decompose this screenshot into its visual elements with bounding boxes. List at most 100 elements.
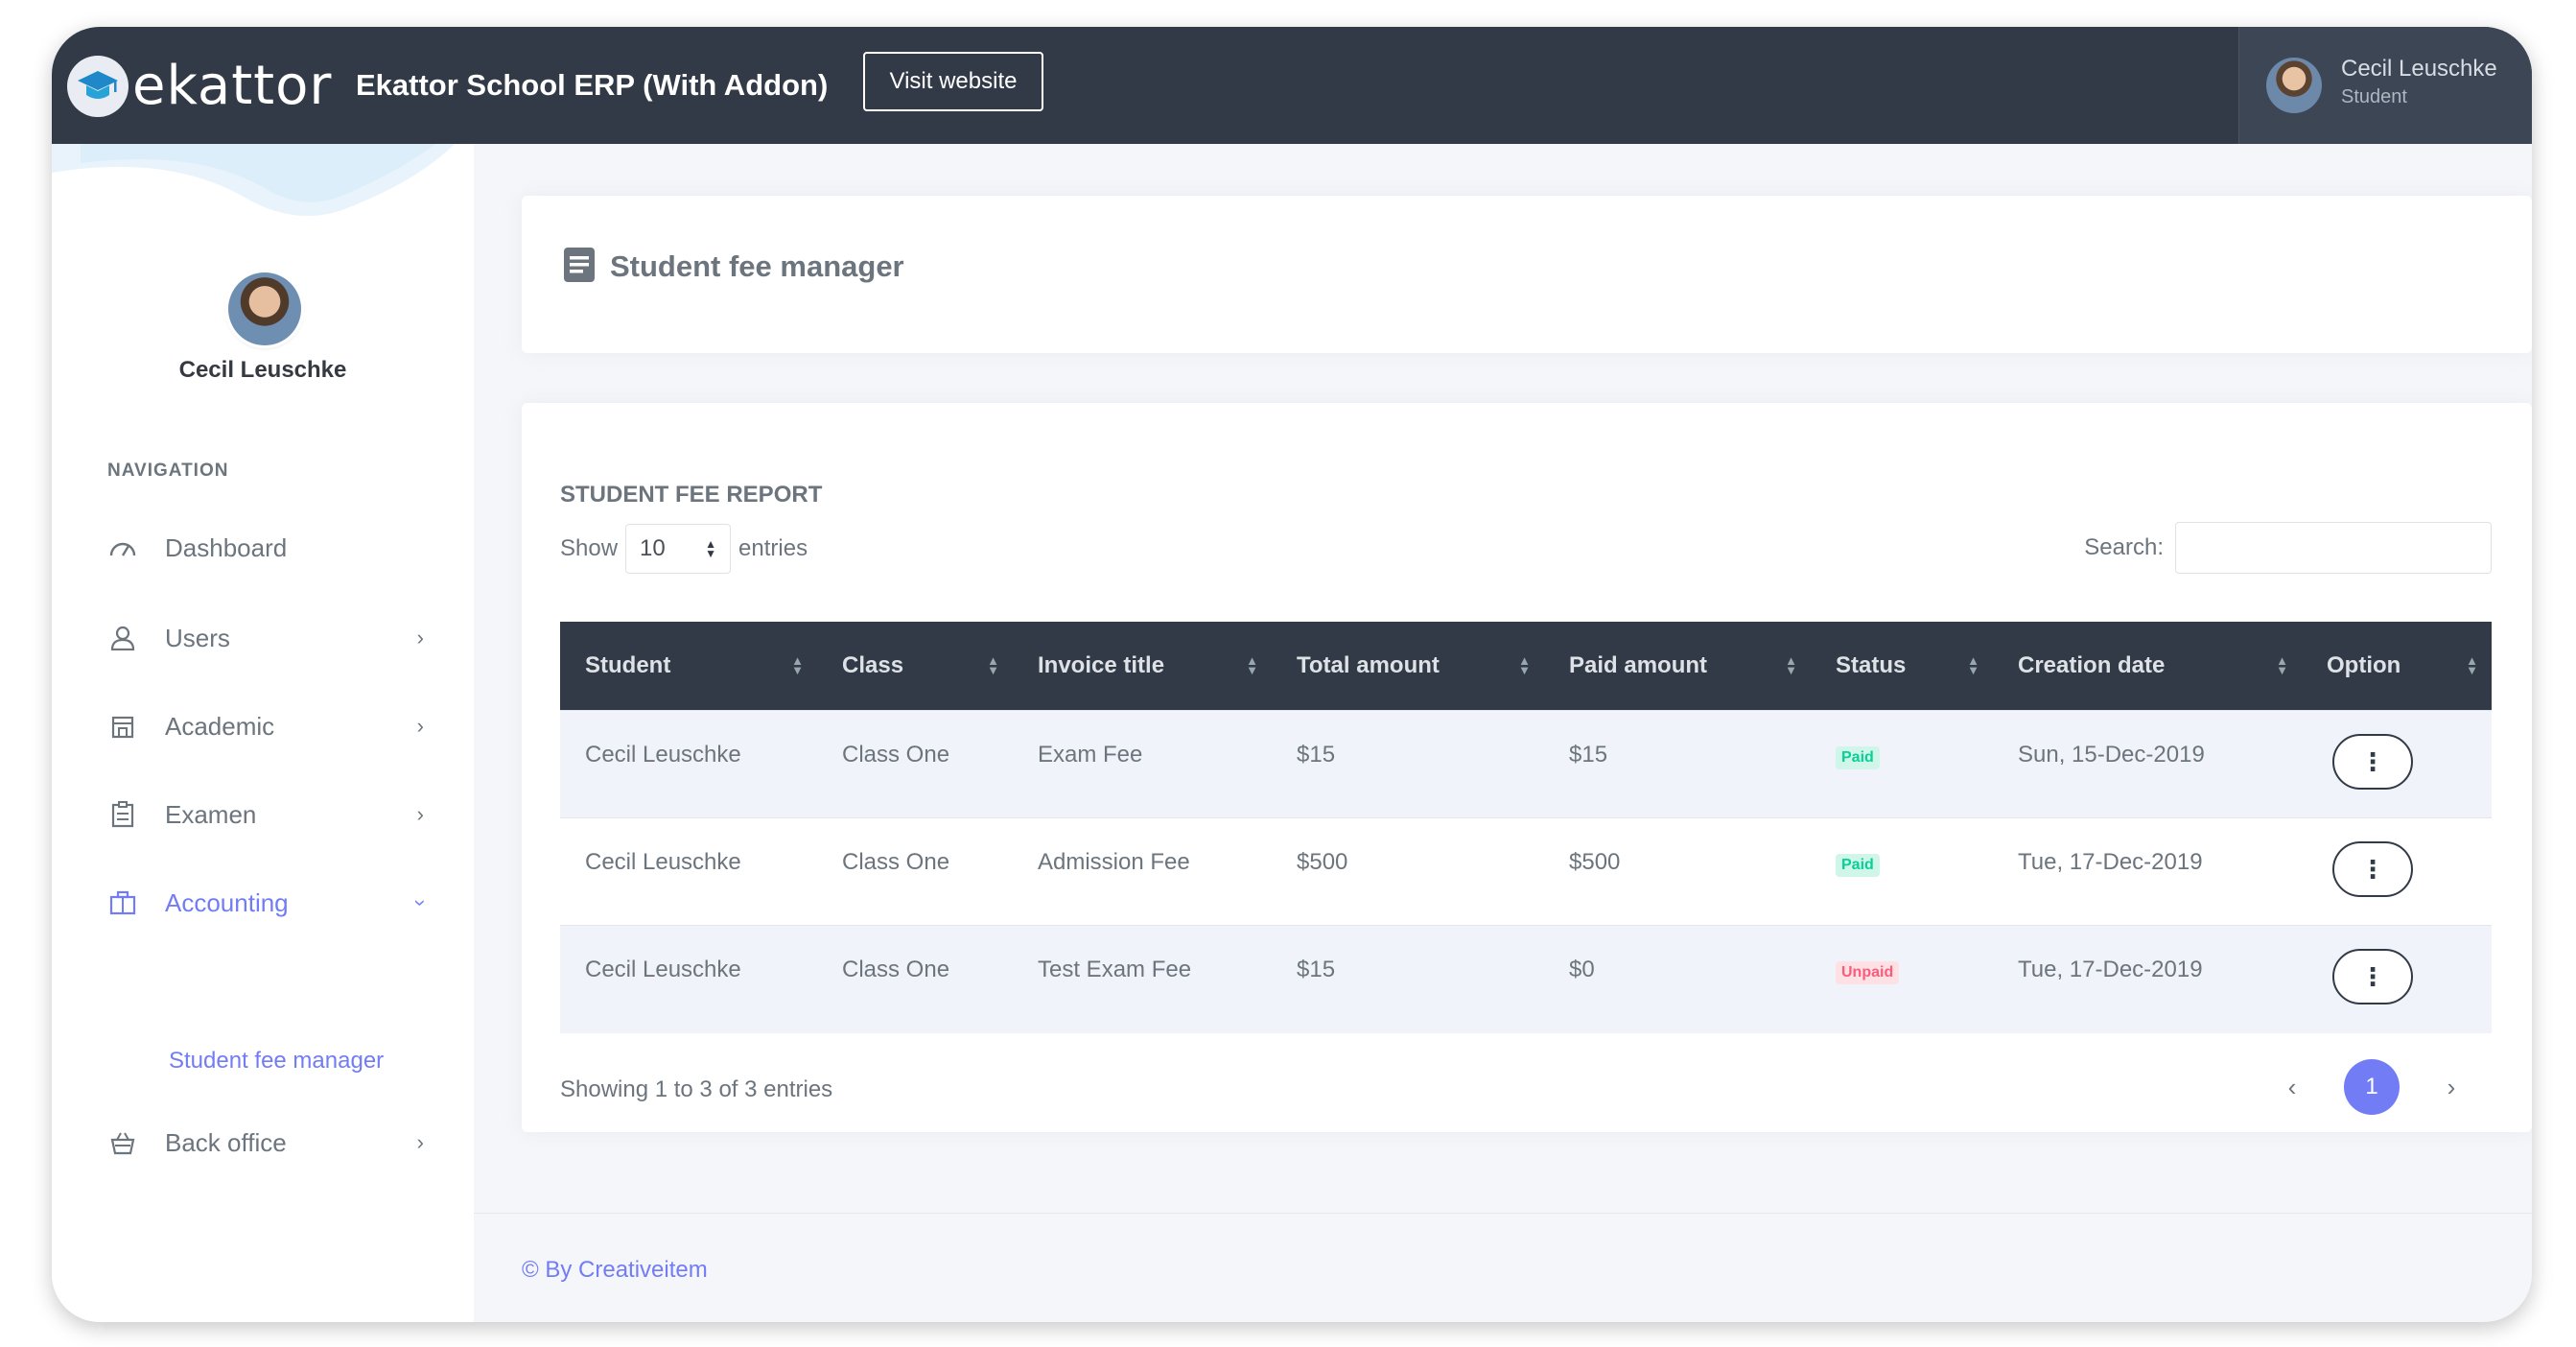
more-vertical-icon: ⋮ — [2360, 746, 2385, 776]
row-options-button[interactable]: ⋮ — [2332, 949, 2413, 1004]
logo-text: ekattor — [132, 55, 333, 117]
sidebar-item-academic[interactable]: Academic › — [107, 702, 424, 750]
sidebar-item-accounting[interactable]: Accounting › — [107, 879, 433, 927]
cell-option: ⋮ — [2302, 818, 2492, 926]
sort-icon: ▲ ▼ — [791, 653, 804, 677]
entries-label: entries — [738, 535, 808, 561]
cell-invoice: Test Exam Fee — [1038, 957, 1192, 982]
sidebar-item-dashboard[interactable]: Dashboard — [107, 524, 424, 572]
cell-date: Tue, 17-Dec-2019 — [2018, 957, 2203, 982]
column-header-option[interactable]: Option ▲ ▼ — [2302, 622, 2492, 711]
page-title: Student fee manager — [610, 249, 904, 283]
logo[interactable]: ekattor — [67, 56, 332, 117]
status-badge: Paid — [1836, 746, 1880, 769]
user-menu[interactable]: Cecil Leuschke Student — [2238, 27, 2532, 144]
page-button-current[interactable]: 1 — [2344, 1059, 2400, 1115]
column-header-class[interactable]: Class ▲ ▼ — [817, 622, 1013, 711]
status-badge: Paid — [1836, 854, 1880, 877]
sidebar-item-examen[interactable]: Examen › — [107, 791, 424, 839]
chevron-down-icon: › — [409, 899, 433, 907]
entries-value: 10 — [640, 535, 666, 561]
cell-class: Class One — [842, 849, 950, 875]
cell-status: Paid — [1811, 818, 1993, 926]
search-control: Search: — [2084, 522, 2492, 574]
nav-title: NAVIGATION — [107, 461, 229, 481]
chevron-right-icon: › — [416, 1130, 424, 1154]
avatar — [228, 272, 301, 345]
table-row: Cecil Leuschke Class One Exam Fee $15 $1… — [560, 710, 2492, 818]
sort-icon: ▲ ▼ — [987, 653, 999, 677]
column-header-paid-amount[interactable]: Paid amount ▲ ▼ — [1544, 622, 1811, 711]
cell-option: ⋮ — [2302, 926, 2492, 1033]
visit-website-button[interactable]: Visit website — [863, 52, 1043, 111]
row-options-button[interactable]: ⋮ — [2332, 734, 2413, 790]
pagination: ‹ 1 › — [2273, 1059, 2471, 1115]
column-header-creation-date[interactable]: Creation date ▲ ▼ — [1993, 622, 2302, 711]
basket-icon — [107, 1127, 138, 1158]
cell-student: Cecil Leuschke — [585, 742, 741, 768]
user-name: Cecil Leuschke — [2341, 56, 2497, 82]
cell-status: Paid — [1811, 711, 1993, 818]
cell-paid: $500 — [1569, 849, 1621, 875]
sidebar-item-label: Users — [165, 623, 230, 652]
avatar — [2266, 58, 2322, 113]
cell-paid: $15 — [1569, 742, 1608, 768]
sort-icon: ▲ ▼ — [2276, 653, 2288, 677]
top-bar: ekattor Ekattor School ERP (With Addon) … — [52, 27, 2532, 144]
previous-page-button[interactable]: ‹ — [2273, 1073, 2311, 1102]
cell-student: Cecil Leuschke — [585, 849, 741, 875]
cell-student: Cecil Leuschke — [585, 957, 741, 982]
fee-table: Student ▲ ▼ Class ▲ ▼ Invoice title ▲ ▼ Total … — [560, 622, 2492, 1033]
status-badge: Unpaid — [1836, 961, 1900, 984]
row-options-button[interactable]: ⋮ — [2332, 841, 2413, 897]
page-header-card: Student fee manager — [522, 196, 2532, 353]
table-row: Cecil Leuschke Class One Admission Fee $… — [560, 817, 2492, 926]
decorative-wave — [52, 144, 455, 216]
sidebar-item-users[interactable]: Users › — [107, 614, 424, 662]
sort-icon: ▲ ▼ — [2466, 653, 2478, 677]
more-vertical-icon: ⋮ — [2360, 961, 2385, 991]
cell-class: Class One — [842, 957, 950, 982]
cell-invoice: Admission Fee — [1038, 849, 1190, 875]
column-header-total-amount[interactable]: Total amount ▲ ▼ — [1272, 622, 1544, 711]
profile-name: Cecil Leuschke — [178, 357, 347, 383]
cell-date: Tue, 17-Dec-2019 — [2018, 849, 2203, 875]
column-header-status[interactable]: Status ▲ ▼ — [1811, 622, 1993, 711]
sort-icon: ▲ ▼ — [1967, 653, 1979, 677]
briefcase-icon — [107, 887, 138, 918]
cell-total: $15 — [1297, 957, 1336, 982]
search-input[interactable] — [2175, 522, 2492, 574]
sidebar-subitem-student-fee-manager[interactable]: Student fee manager — [169, 1048, 384, 1075]
chevron-right-icon: › — [416, 714, 424, 738]
search-label: Search: — [2084, 534, 2164, 560]
sidebar-item-back-office[interactable]: Back office › — [107, 1119, 424, 1167]
report-card: STUDENT FEE REPORT Show 10 ▲ ▼ entries Se… — [522, 403, 2532, 1132]
next-page-button[interactable]: › — [2432, 1073, 2471, 1102]
user-icon — [107, 623, 138, 653]
column-header-student[interactable]: Student ▲ ▼ — [560, 622, 817, 711]
sort-icon: ▲ ▼ — [1518, 653, 1531, 677]
column-header-invoice-title[interactable]: Invoice title ▲ ▼ — [1013, 622, 1272, 711]
report-title: STUDENT FEE REPORT — [560, 482, 823, 508]
sidebar: Cecil Leuschke NAVIGATION Dashboard User… — [52, 144, 474, 1322]
sort-icon: ▲ ▼ — [1785, 653, 1797, 677]
footer-link[interactable]: © By Creativeitem — [522, 1257, 708, 1284]
cell-total: $15 — [1297, 742, 1336, 768]
sidebar-item-label: Dashboard — [165, 532, 288, 562]
chevron-right-icon: › — [416, 802, 424, 826]
show-label: Show — [560, 535, 619, 561]
entries-length-control: Show 10 ▲ ▼ entries — [560, 524, 808, 574]
dashboard-gauge-icon — [107, 532, 138, 563]
cell-option: ⋮ — [2302, 711, 2492, 818]
graduation-cap-icon — [67, 56, 129, 117]
user-role: Student — [2341, 86, 2407, 107]
more-vertical-icon: ⋮ — [2360, 854, 2385, 884]
cell-class: Class One — [842, 742, 950, 768]
sidebar-item-label: Accounting — [165, 887, 289, 917]
document-icon — [564, 248, 595, 287]
sidebar-item-label: Examen — [165, 799, 257, 829]
cell-invoice: Exam Fee — [1038, 742, 1143, 768]
chevron-right-icon: › — [416, 626, 424, 650]
entries-select[interactable]: 10 ▲ ▼ — [625, 524, 732, 574]
app-title: Ekattor School ERP (With Addon) — [356, 68, 829, 102]
